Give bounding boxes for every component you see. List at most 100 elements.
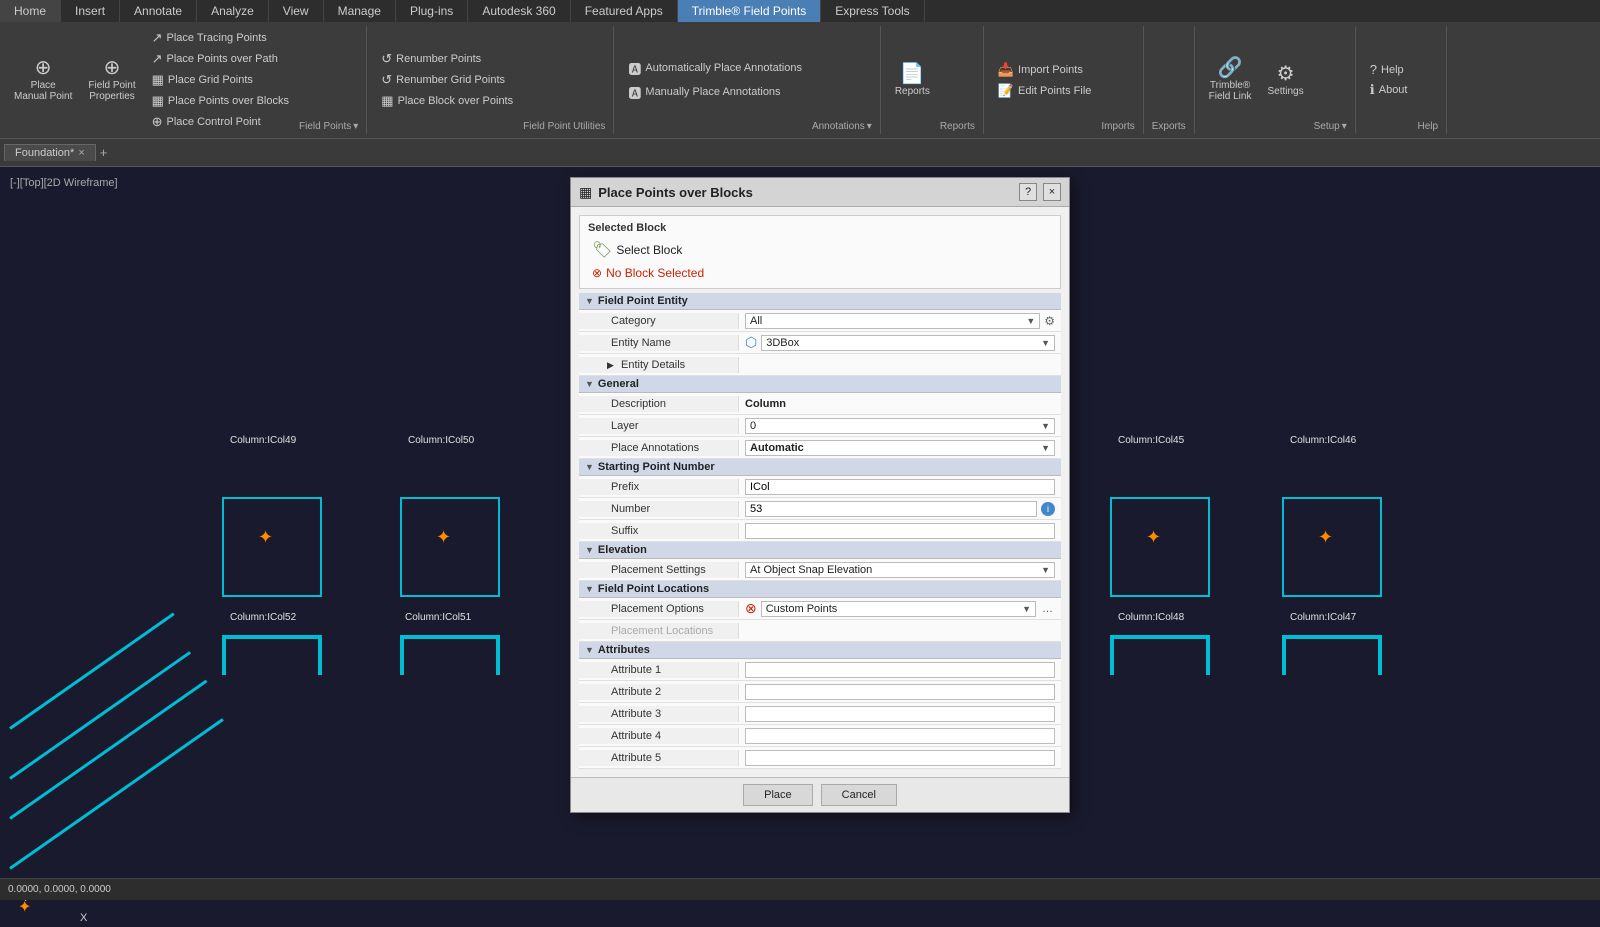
place-manual-point-button[interactable]: ⊕ PlaceManual Point xyxy=(8,54,78,106)
auto-place-annotations-button[interactable]: 🅰 Automatically Place Annotations xyxy=(622,57,808,80)
prop-row-prefix: Prefix xyxy=(579,476,1061,498)
trimble-field-link-button[interactable]: 🔗 Trimble®Field Link xyxy=(1203,54,1258,106)
reports-button[interactable]: 📄 Reports xyxy=(889,60,936,101)
attribute3-value[interactable] xyxy=(739,704,1061,724)
select-block-button[interactable]: 🏷 Select Block xyxy=(588,238,1052,262)
field-points-group-label: Field Points ▾ xyxy=(299,121,358,132)
renumber-points-icon: ↺ xyxy=(381,51,392,67)
manually-place-annotations-button[interactable]: 🅰 Manually Place Annotations xyxy=(622,81,808,104)
attribute5-label: Attribute 5 xyxy=(579,750,739,766)
tab-home[interactable]: Home xyxy=(0,0,61,22)
place-grid-points-button[interactable]: ▦ Place Grid Points xyxy=(146,70,295,90)
place-annotations-select[interactable]: Automatic ▼ xyxy=(745,440,1055,456)
placement-settings-select[interactable]: At Object Snap Elevation ▼ xyxy=(745,562,1055,578)
number-info-button[interactable]: i xyxy=(1041,502,1055,516)
field-point-properties-button[interactable]: ⊕ Field PointProperties xyxy=(82,54,141,106)
prop-row-attribute1: Attribute 1 xyxy=(579,659,1061,681)
attribute5-value[interactable] xyxy=(739,748,1061,768)
section-entity-arrow: ▼ xyxy=(585,296,594,306)
tab-analyze[interactable]: Analyze xyxy=(197,0,269,22)
teal-diag-1 xyxy=(9,613,175,730)
placement-options-value: ⊗ Custom Points ▼ … xyxy=(739,598,1061,619)
category-gear-icon[interactable]: ⚙ xyxy=(1044,314,1055,328)
about-icon: ℹ xyxy=(1370,82,1375,98)
document-tab-close[interactable]: × xyxy=(78,147,84,159)
attribute2-input[interactable] xyxy=(745,684,1055,700)
tab-insert[interactable]: Insert xyxy=(61,0,120,22)
attribute2-value[interactable] xyxy=(739,682,1061,702)
place-tracing-points-button[interactable]: ↗ Place Tracing Points xyxy=(146,28,295,48)
tab-trimble-field-points[interactable]: Trimble® Field Points xyxy=(678,0,821,22)
attribute5-input[interactable] xyxy=(745,750,1055,766)
place-points-over-path-button[interactable]: ↗ Place Points over Path xyxy=(146,49,295,69)
tab-view[interactable]: View xyxy=(269,0,324,22)
ribbon-group-field-points: ⊕ PlaceManual Point ⊕ Field PointPropert… xyxy=(0,26,367,134)
tab-plugins[interactable]: Plug-ins xyxy=(396,0,468,22)
tab-express-tools[interactable]: Express Tools xyxy=(821,0,924,22)
about-button[interactable]: ℹ About xyxy=(1364,80,1414,100)
ribbon-group-setup: 🔗 Trimble®Field Link ⚙ Settings Setup ▾ xyxy=(1195,26,1356,134)
attribute3-input[interactable] xyxy=(745,706,1055,722)
entity-details-label: Entity Details xyxy=(621,359,685,371)
new-tab-button[interactable]: + xyxy=(100,145,108,160)
entity-details-indent: ▶ Entity Details xyxy=(579,357,739,373)
attribute1-input[interactable] xyxy=(745,662,1055,678)
cancel-button[interactable]: Cancel xyxy=(821,784,897,806)
col-label-icol47: Column:ICol47 xyxy=(1290,612,1356,623)
suffix-input[interactable] xyxy=(745,523,1055,539)
prop-row-entity-details: ▶ Entity Details xyxy=(579,354,1061,376)
attribute1-label: Attribute 1 xyxy=(579,662,739,678)
ribbon-tabs: Home Insert Annotate Analyze View Manage… xyxy=(0,0,1600,22)
manual-annotations-icon: 🅰 xyxy=(628,83,641,102)
tab-annotate[interactable]: Annotate xyxy=(120,0,197,22)
placement-options-dropdown-arrow: ▼ xyxy=(1022,604,1031,614)
category-select[interactable]: All ▼ xyxy=(745,313,1040,329)
field-point-properties-icon: ⊕ xyxy=(104,58,121,78)
placement-options-ellipsis-button[interactable]: … xyxy=(1040,603,1055,615)
place-button[interactable]: Place xyxy=(743,784,813,806)
col-marker-45: ✦ xyxy=(1146,527,1161,548)
place-control-point-button[interactable]: ⊕ Place Control Point xyxy=(146,112,295,132)
section-elevation[interactable]: ▼ Elevation xyxy=(579,542,1061,559)
number-input[interactable] xyxy=(745,501,1037,517)
entity-details-expand-arrow[interactable]: ▶ xyxy=(607,360,614,370)
field-link-icon: 🔗 xyxy=(1218,58,1243,78)
help-button[interactable]: ? Help xyxy=(1364,60,1414,79)
import-points-button[interactable]: 📥 Import Points xyxy=(992,60,1098,80)
attribute4-value[interactable] xyxy=(739,726,1061,746)
tab-autodesk[interactable]: Autodesk 360 xyxy=(468,0,570,22)
edit-points-file-button[interactable]: 📝 Edit Points File xyxy=(992,81,1098,101)
renumber-grid-points-button[interactable]: ↺ Renumber Grid Points xyxy=(375,70,519,90)
placement-options-label: Placement Options xyxy=(579,601,739,617)
prop-row-placement-locations: Placement Locations xyxy=(579,620,1061,642)
dialog-close-button[interactable]: × xyxy=(1043,183,1061,201)
attribute1-value[interactable] xyxy=(739,660,1061,680)
dialog-help-button[interactable]: ? xyxy=(1019,183,1037,201)
entity-name-dropdown-arrow: ▼ xyxy=(1041,338,1050,348)
place-points-over-blocks-button[interactable]: ▦ Place Points over Blocks xyxy=(146,91,295,111)
suffix-value[interactable] xyxy=(739,521,1061,541)
attribute4-input[interactable] xyxy=(745,728,1055,744)
section-attributes[interactable]: ▼ Attributes xyxy=(579,642,1061,659)
settings-button[interactable]: ⚙ Settings xyxy=(1261,60,1309,101)
tab-manage[interactable]: Manage xyxy=(324,0,396,22)
section-general-label: General xyxy=(598,378,639,390)
entity-name-select[interactable]: 3DBox ▼ xyxy=(761,335,1055,351)
prefix-value[interactable] xyxy=(739,477,1061,497)
attribute4-label: Attribute 4 xyxy=(579,728,739,744)
renumber-points-button[interactable]: ↺ Renumber Points xyxy=(375,49,519,69)
section-field-point-locations[interactable]: ▼ Field Point Locations xyxy=(579,581,1061,598)
section-starting-point-number[interactable]: ▼ Starting Point Number xyxy=(579,459,1061,476)
document-tab[interactable]: Foundation* × xyxy=(4,144,96,161)
placement-options-select[interactable]: Custom Points ▼ xyxy=(761,601,1036,617)
section-general[interactable]: ▼ General xyxy=(579,376,1061,393)
layer-select[interactable]: 0 ▼ xyxy=(745,418,1055,434)
reports-group-label: Reports xyxy=(940,121,975,132)
section-field-point-entity[interactable]: ▼ Field Point Entity xyxy=(579,293,1061,310)
exports-group-label: Exports xyxy=(1152,121,1186,132)
place-block-over-points-button[interactable]: ▦ Place Block over Points xyxy=(375,91,519,111)
prefix-input[interactable] xyxy=(745,479,1055,495)
section-locations-arrow: ▼ xyxy=(585,584,594,594)
col-marker-50: ✦ xyxy=(436,527,451,548)
tab-featured[interactable]: Featured Apps xyxy=(571,0,678,22)
